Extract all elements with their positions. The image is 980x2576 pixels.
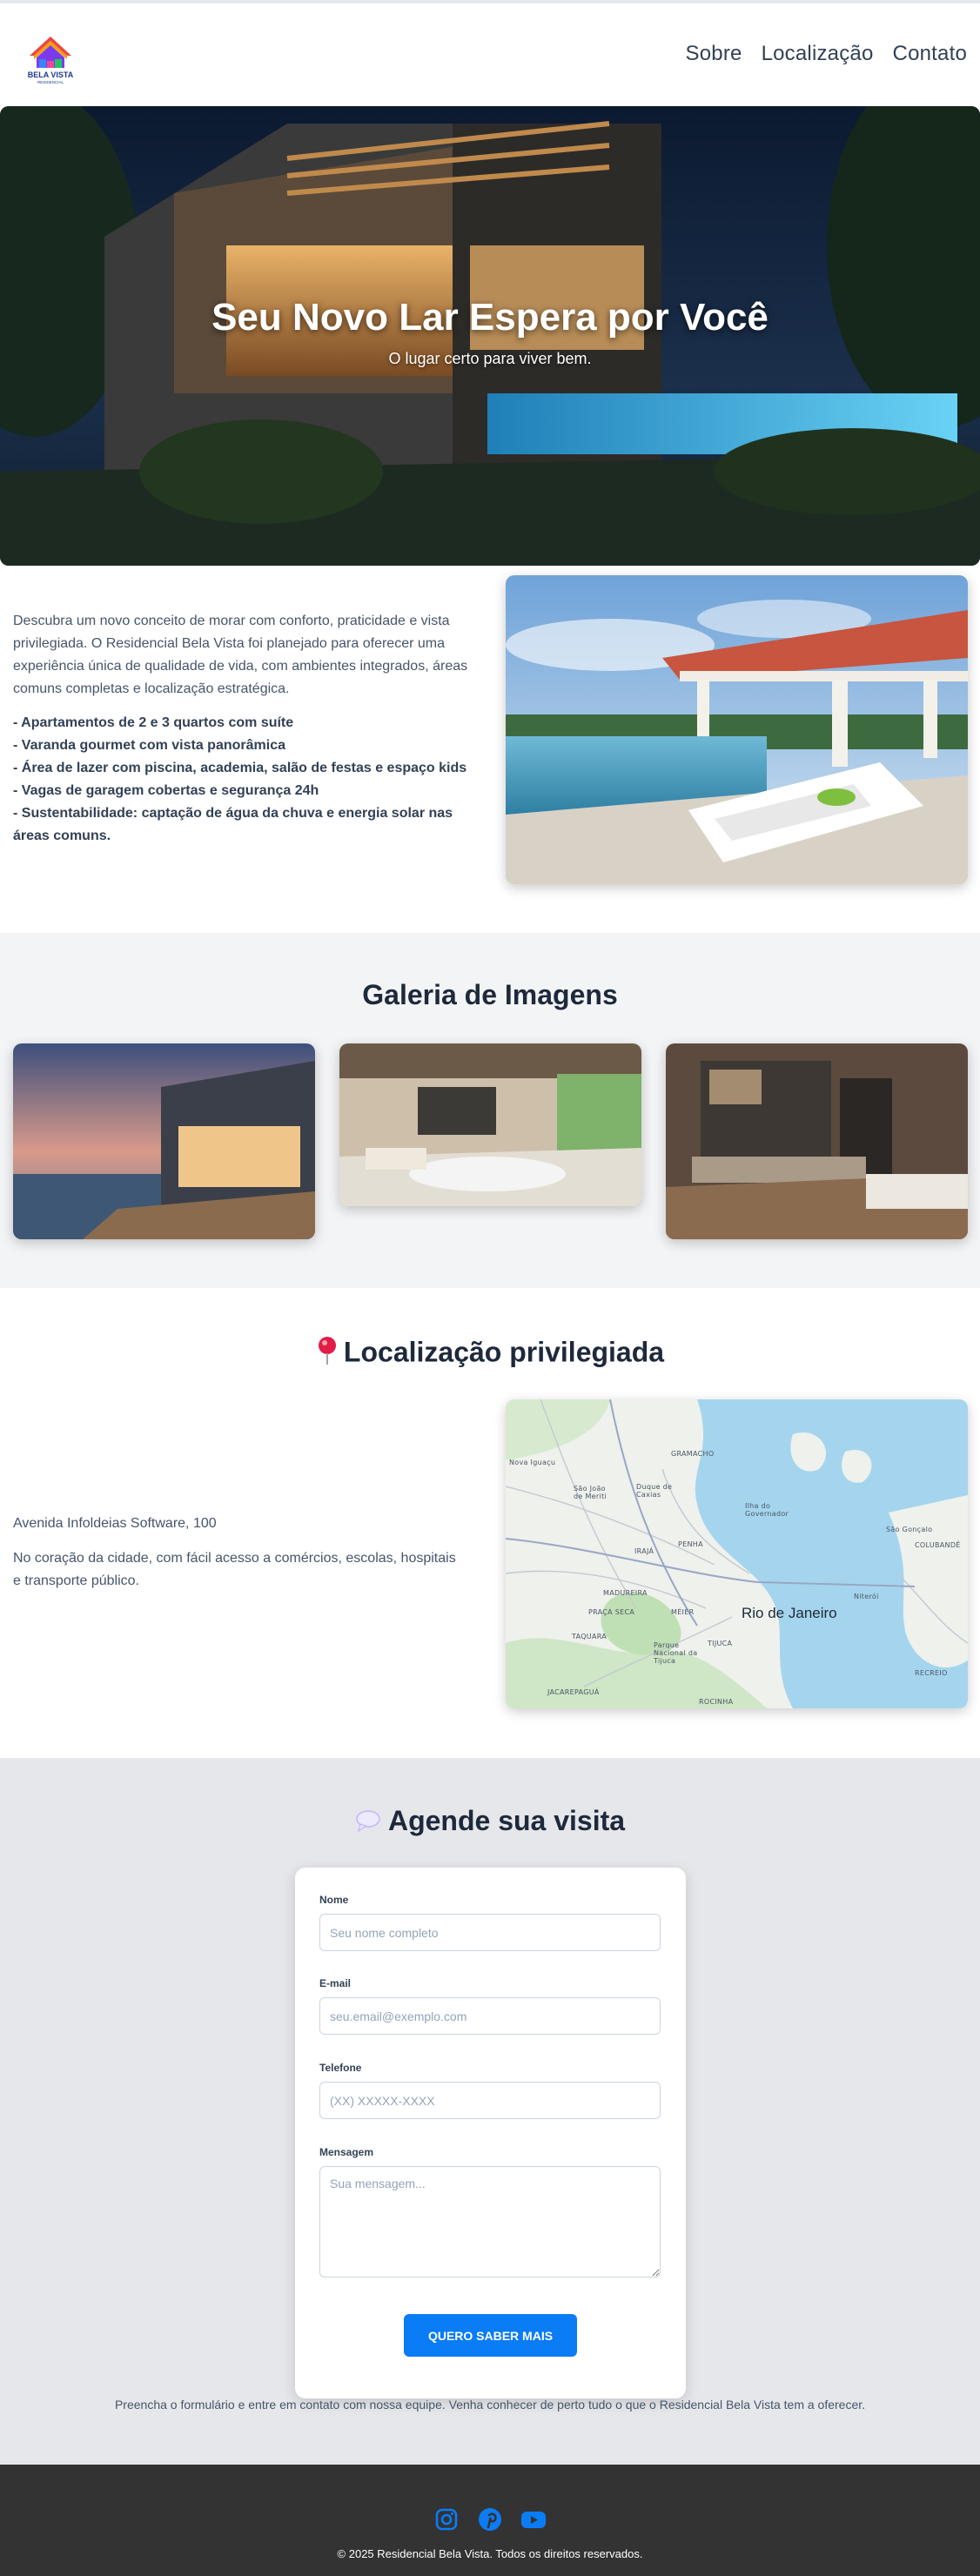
gallery-image-beach-house[interactable] (13, 1043, 315, 1239)
location-title: Localização privilegiada (0, 1336, 980, 1372)
nav-link-contato[interactable]: Contato (893, 42, 967, 66)
map-label: RECREIO (915, 1669, 948, 1677)
map-label: Niterói (854, 1593, 879, 1600)
hero-title: Seu Novo Lar Espera por Você (211, 296, 769, 339)
site-header: BELA VISTA RESIDENCIAL Sobre Localização… (0, 3, 980, 106)
phone-field[interactable] (319, 2082, 661, 2119)
hero-section: Seu Novo Lar Espera por Você O lugar cer… (0, 106, 980, 566)
map-label: Parque Nacional da Tijuca (654, 1641, 698, 1665)
message-label: Mensagem (319, 2146, 374, 2158)
brand-logo[interactable]: BELA VISTA RESIDENCIAL (26, 33, 75, 87)
location-map[interactable]: Nova Iguaçu São João de Meriti Duque de … (506, 1399, 968, 1708)
hero-subtitle: O lugar certo para viver bem. (388, 350, 592, 367)
gallery-image-living-room[interactable] (339, 1043, 641, 1206)
feature-item: - Área de lazer com piscina, academia, s… (13, 761, 467, 775)
map-label: Duque de Caxias (636, 1483, 673, 1499)
contact-title: Agende sua visita (0, 1805, 980, 1839)
name-label: Nome (319, 1894, 349, 1906)
gallery-section: Galeria de Imagens (0, 933, 980, 1288)
instagram-icon[interactable] (433, 2506, 460, 2532)
pin-icon (316, 1336, 339, 1372)
map-label: GRAMACHO (671, 1450, 715, 1458)
map-label: Ilha do Governador (745, 1502, 789, 1518)
map-label: JACAREPAGUÁ (547, 1688, 600, 1696)
map-label: PRAÇA SECA (588, 1608, 635, 1616)
social-links (0, 2506, 980, 2532)
map-label: Nova Iguaçu (509, 1459, 556, 1466)
gallery-title: Galeria de Imagens (362, 979, 618, 1010)
location-title-text: Localização privilegiada (343, 1336, 665, 1368)
map-label: MÉIER (671, 1608, 695, 1616)
logo-subtext: RESIDENCIAL (37, 80, 64, 84)
speech-bubble-icon (355, 1807, 381, 1839)
map-label: ROCINHA (699, 1698, 734, 1706)
contact-form: Nome E-mail Telefone Mensagem QUERO SABE… (295, 1868, 686, 2398)
pool-terrace-image (506, 575, 968, 884)
feature-item: - Apartamentos de 2 e 3 quartos com suít… (13, 715, 294, 730)
location-section: Localização privilegiada Avenida Infolde… (0, 1288, 980, 1758)
submit-button[interactable]: QUERO SABER MAIS (404, 2314, 577, 2357)
map-label: COLUBANDÊ (915, 1541, 961, 1549)
map-label: TAQUARA (572, 1633, 607, 1640)
feature-item: - Varanda gourmet com vista panorâmica (13, 738, 285, 753)
copyright-text: © 2025 Residencial Bela Vista. Todos os … (337, 2547, 643, 2560)
contact-title-text: Agende sua visita (387, 1805, 626, 1836)
nav-link-localizacao[interactable]: Localização (762, 42, 874, 66)
main-nav: Sobre Localização Contato (686, 42, 967, 66)
contact-note: Preencha o formulário e entre em contato… (114, 2398, 866, 2412)
map-label: São João de Meriti (574, 1485, 607, 1500)
email-label: E-mail (319, 1977, 352, 1989)
youtube-icon[interactable] (520, 2506, 547, 2532)
feature-item: - Vagas de garagem cobertas e segurança … (13, 783, 319, 798)
map-city-label: Rio de Janeiro (742, 1605, 837, 1621)
phone-label: Telefone (319, 2062, 362, 2074)
feature-item: - Sustentabilidade: captação de água da … (13, 806, 453, 843)
map-label: MADUREIRA (603, 1589, 648, 1597)
map-label: TIJUCA (708, 1640, 733, 1647)
about-section: Descubra um novo conceito de morar com c… (0, 566, 980, 933)
site-footer: © 2025 Residencial Bela Vista. Todos os … (0, 2465, 980, 2576)
email-field[interactable] (319, 1997, 661, 2035)
location-description: No coração da cidade, com fácil acesso a… (13, 1551, 456, 1588)
about-paragraph: Descubra um novo conceito de morar com c… (13, 614, 468, 696)
name-field[interactable] (319, 1914, 661, 1951)
logo-text: BELA VISTA (28, 70, 74, 79)
nav-link-sobre[interactable]: Sobre (686, 42, 742, 66)
features-list: - Apartamentos de 2 e 3 quartos com suít… (13, 712, 483, 848)
gallery-image-kitchen[interactable] (666, 1043, 968, 1239)
contact-section: Agende sua visita Nome E-mail Telefone M… (0, 1758, 980, 2465)
map-label: IRAJÁ (634, 1547, 654, 1555)
map-label: PENHA (678, 1540, 703, 1548)
location-address: Avenida Infoldeias Software, 100 (13, 1516, 217, 1531)
pinterest-icon[interactable] (477, 2506, 503, 2532)
message-field[interactable] (319, 2166, 661, 2277)
map-label: São Gonçalo (886, 1526, 933, 1533)
